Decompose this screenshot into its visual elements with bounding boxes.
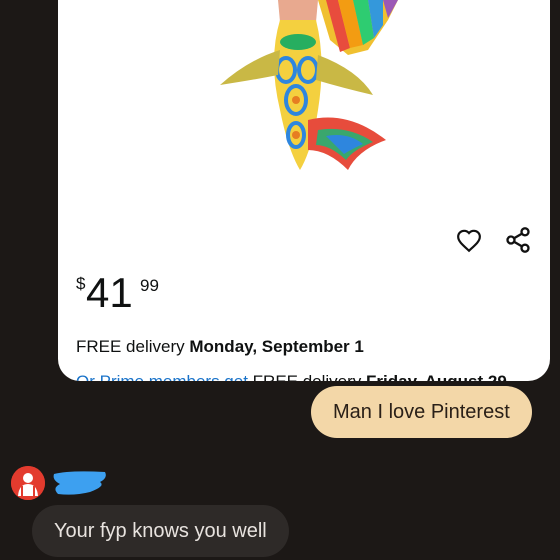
prime-delivery-text: FREE delivery — [248, 372, 362, 381]
delivery-date: Monday, September 1 — [189, 337, 364, 356]
redacted-sender-name — [53, 471, 106, 495]
prime-link[interactable]: Or Prime members get — [76, 372, 248, 381]
price-currency: $ — [76, 274, 86, 293]
share-icon[interactable] — [504, 226, 532, 254]
shared-product-card[interactable]: $ 41 99 FREE delivery Monday, September … — [58, 0, 550, 381]
sent-message-bubble[interactable]: Man I love Pinterest — [311, 386, 532, 438]
price-whole: 41 — [86, 269, 133, 316]
prime-delivery-info: Or Prime members get FREE delivery Frida… — [76, 372, 507, 381]
delivery-prefix: FREE delivery — [76, 337, 185, 356]
delivery-info: FREE delivery Monday, September 1 — [76, 337, 364, 357]
product-image[interactable] — [208, 0, 408, 180]
received-message-bubble[interactable]: Your fyp knows you well — [32, 505, 289, 557]
prime-delivery-date: Friday, August 29 — [361, 372, 507, 381]
heart-outline-icon[interactable] — [456, 228, 482, 254]
price-fraction: 99 — [140, 276, 159, 295]
avatar-icon[interactable] — [11, 466, 45, 500]
